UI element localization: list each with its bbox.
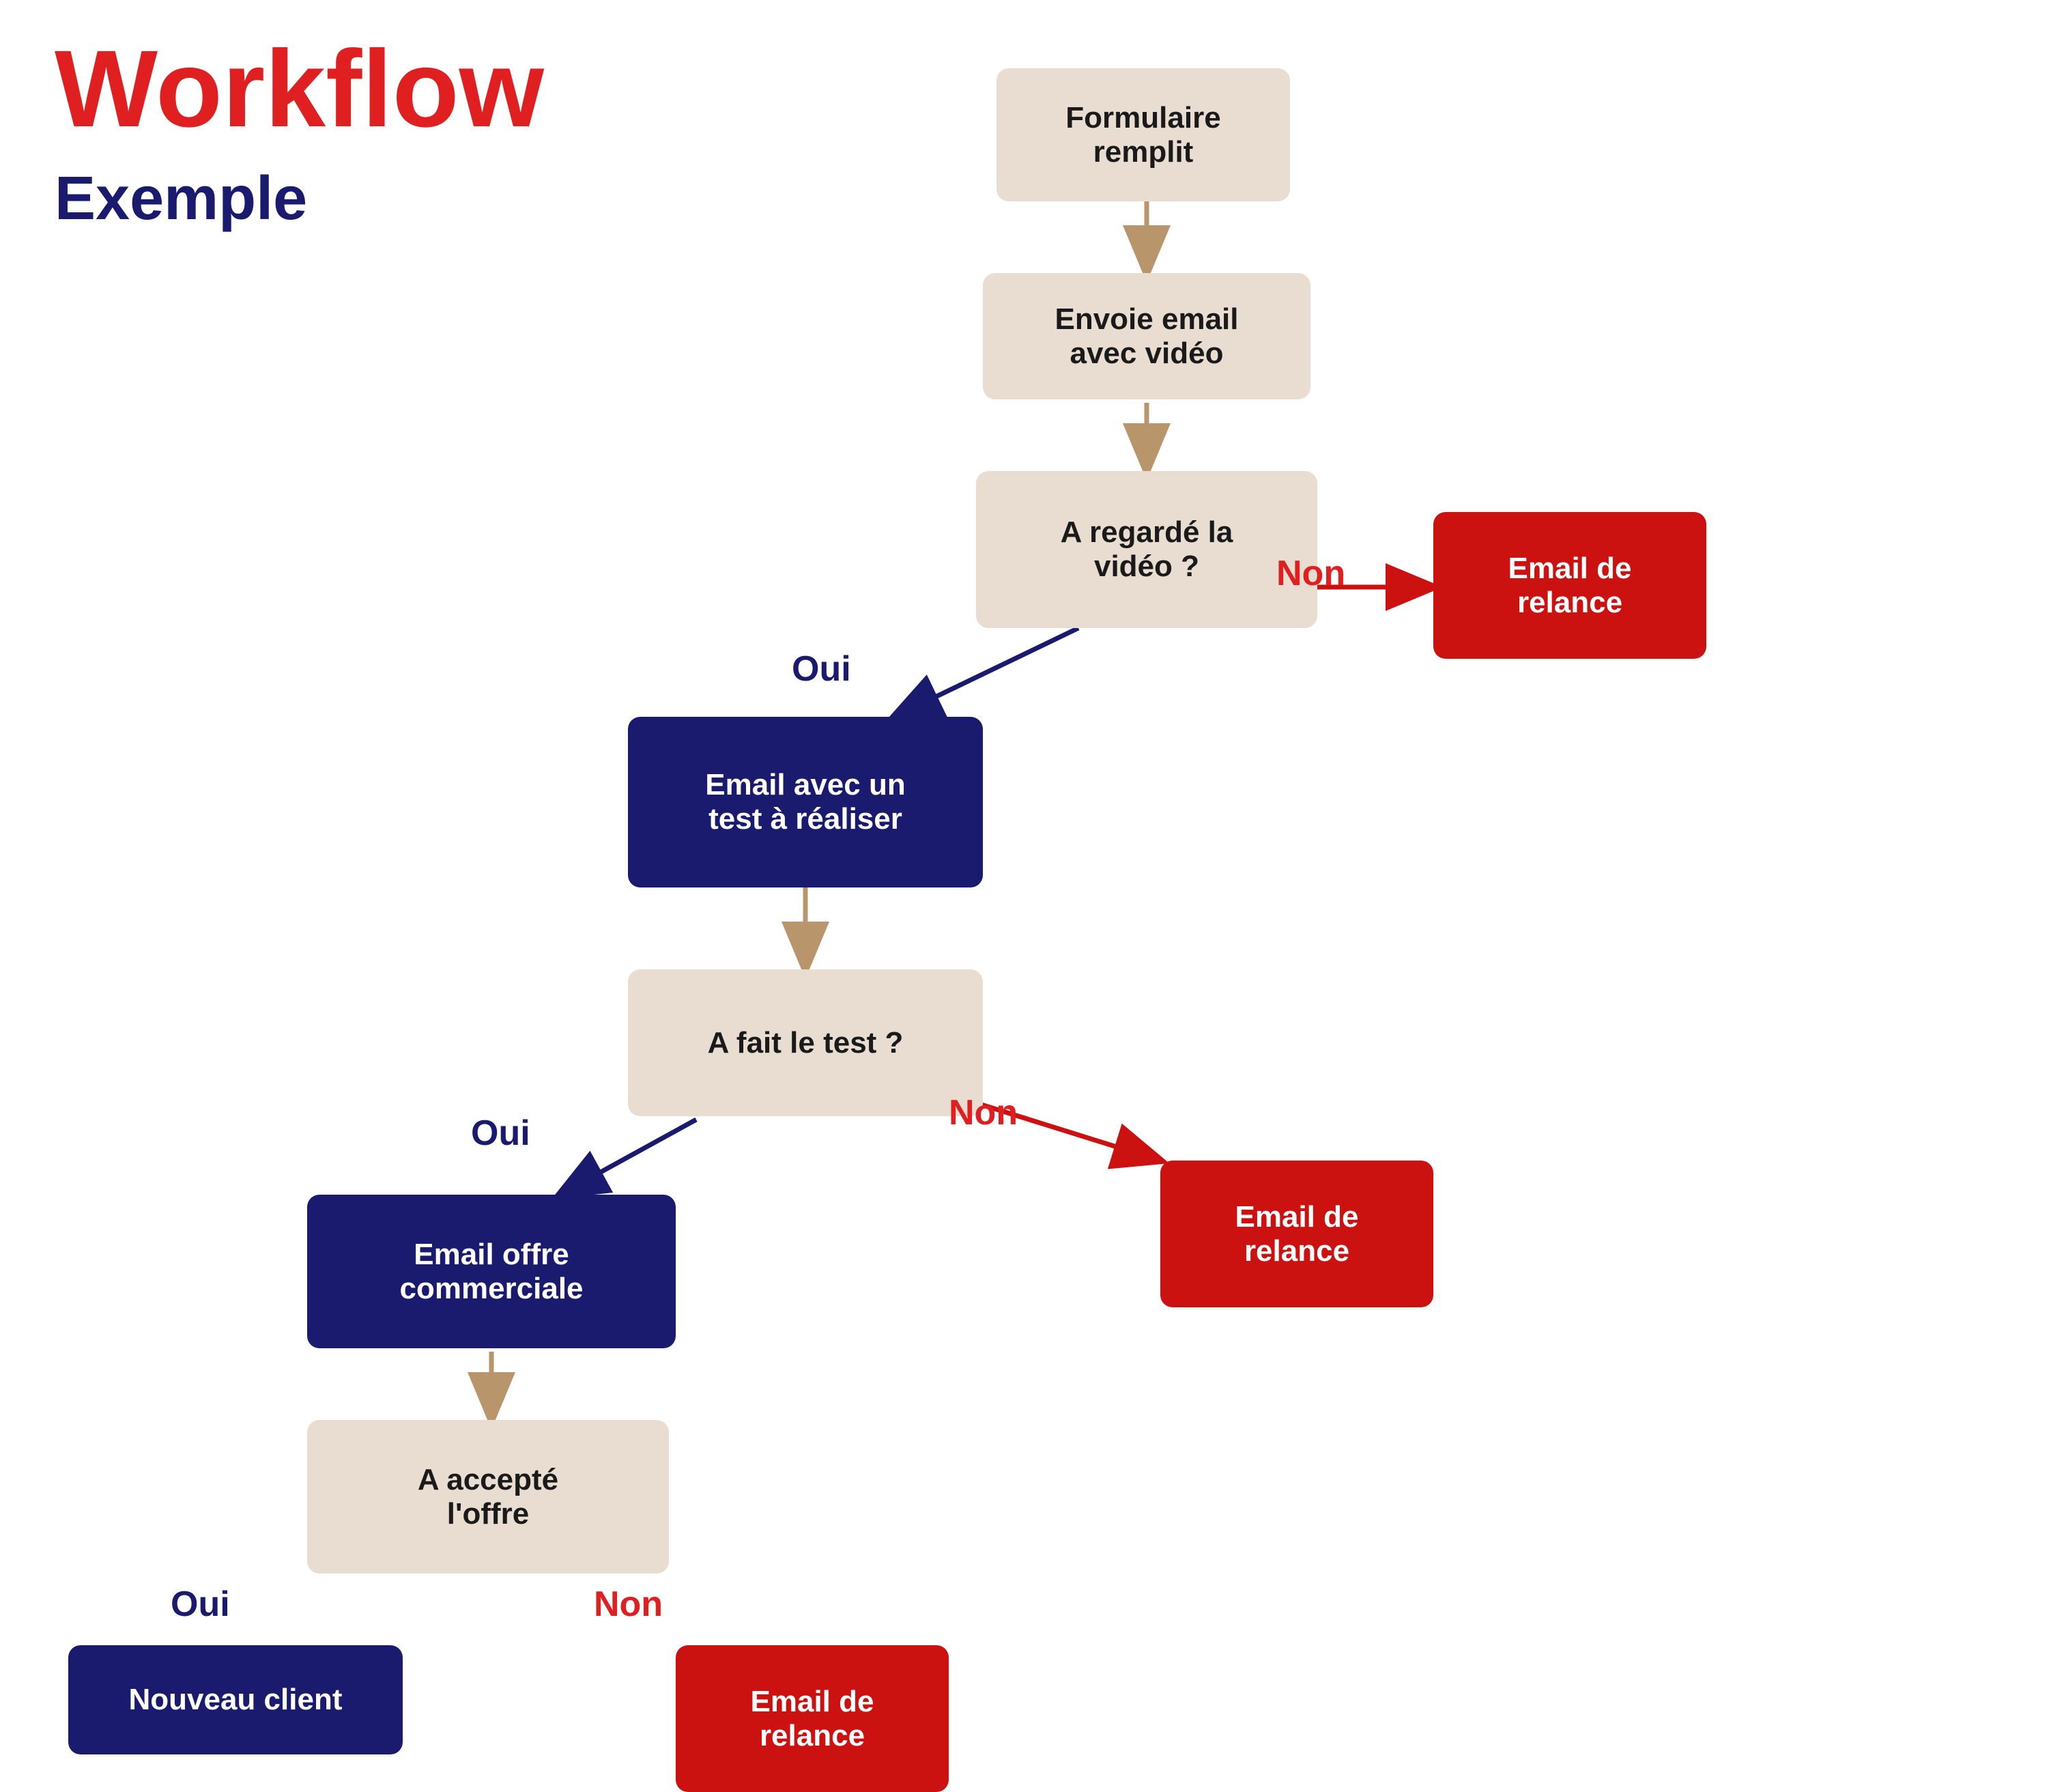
page-subtitle: Exemple bbox=[55, 164, 307, 234]
page-title: Workflow bbox=[55, 34, 544, 143]
node-accepte-offre: A accepté l'offre bbox=[307, 1420, 669, 1574]
label-non-video: Non bbox=[1276, 553, 1345, 594]
node-envoie-email: Envoie email avec vidéo bbox=[983, 273, 1310, 399]
label-oui-video: Oui bbox=[792, 649, 851, 689]
label-oui-offre: Oui bbox=[171, 1584, 230, 1625]
label-oui-test: Oui bbox=[471, 1113, 530, 1154]
node-nouveau-client: Nouveau client bbox=[68, 1645, 403, 1754]
label-non-test: Non bbox=[949, 1092, 1018, 1133]
node-email-test: Email avec un test à réaliser bbox=[628, 717, 983, 887]
node-email-relance3: Email de relance bbox=[676, 1645, 949, 1792]
node-formulaire: Formulaire remplit bbox=[997, 68, 1290, 201]
node-regarde-video: A regardé la vidéo ? bbox=[976, 471, 1317, 628]
label-non-offre: Non bbox=[594, 1584, 663, 1625]
node-email-offre: Email offre commerciale bbox=[307, 1195, 676, 1348]
node-email-relance1: Email de relance bbox=[1433, 512, 1706, 659]
node-fait-test: A fait le test ? bbox=[628, 969, 983, 1116]
node-email-relance2: Email de relance bbox=[1160, 1161, 1433, 1307]
